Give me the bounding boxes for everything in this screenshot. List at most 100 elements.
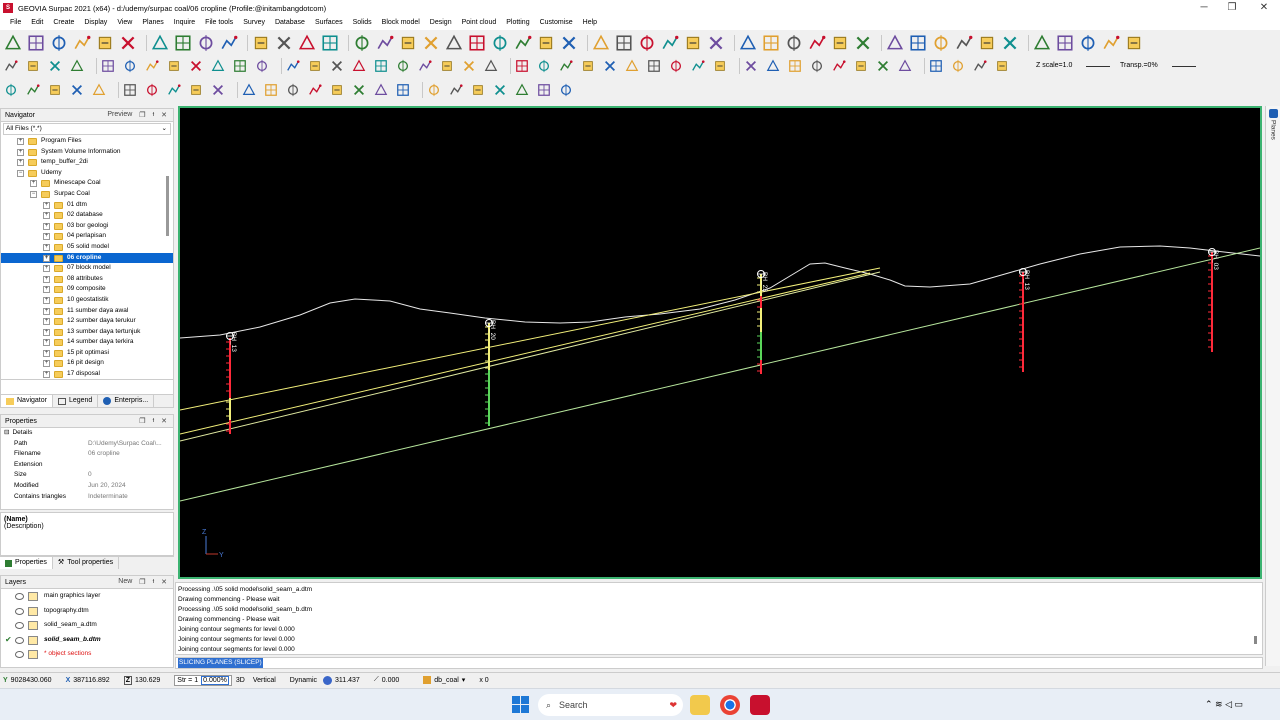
tree-item[interactable]: +01 dtm — [1, 200, 173, 211]
drillhole[interactable]: BH_13 — [226, 332, 237, 434]
mirror-icon[interactable] — [766, 59, 780, 73]
tab-tool-properties[interactable]: ⚒ Tool properties — [53, 557, 120, 569]
eye-icon[interactable] — [286, 83, 300, 97]
float-icon[interactable]: ❐ — [139, 578, 145, 586]
reset-icon[interactable] — [96, 34, 114, 52]
bearing-value[interactable]: 311.437 — [335, 677, 360, 684]
menu-solids[interactable]: Solids — [348, 16, 377, 30]
pencil-icon[interactable] — [684, 34, 702, 52]
grid-icon[interactable] — [1079, 34, 1097, 52]
digitize-icon[interactable] — [615, 34, 633, 52]
copy-icon[interactable] — [691, 59, 705, 73]
split-icon[interactable] — [211, 59, 225, 73]
grid-view-icon[interactable] — [242, 83, 256, 97]
eye-icon[interactable] — [48, 83, 62, 97]
tree-item[interactable]: +09 composite — [1, 284, 173, 295]
tree-item[interactable]: +13 sumber daya tertunjuk — [1, 327, 173, 338]
redo-icon[interactable] — [151, 34, 169, 52]
windows-start-icon[interactable] — [512, 696, 529, 713]
run-icon[interactable] — [886, 34, 904, 52]
section-view[interactable]: BH_13 BH_20 BH_23 BH_13 BH_03 Z Y — [180, 108, 1260, 577]
rotate-icon[interactable] — [744, 59, 758, 73]
z-scale-label[interactable]: Z scale=1.0 — [1036, 62, 1072, 69]
transparency-label[interactable]: Transp.=0% — [1120, 62, 1158, 69]
expand-icon[interactable]: + — [17, 148, 24, 156]
expand-icon[interactable]: + — [30, 180, 37, 188]
hatch-icon[interactable] — [762, 34, 780, 52]
tree-item[interactable]: +05 solid model — [1, 242, 173, 253]
expand-icon[interactable]: + — [43, 265, 50, 273]
layer-row[interactable]: main graphics layer — [1, 589, 173, 604]
labels-icon[interactable] — [449, 83, 463, 97]
chrome-icon[interactable] — [720, 695, 740, 715]
string-icon[interactable] — [581, 59, 595, 73]
tree-item[interactable]: − Udemy — [1, 168, 173, 179]
tree-item[interactable]: +06 cropline — [1, 252, 173, 264]
drillhole[interactable]: BH_13 — [1019, 268, 1030, 373]
drillhole[interactable]: BH_23 — [757, 270, 768, 375]
tree-item[interactable]: +04 perlapisan — [1, 231, 173, 242]
command-line[interactable]: SLICING PLANES (SLICEP) — [175, 657, 1263, 669]
file-filter-select[interactable]: All Files (*.*) ⌄ — [3, 123, 171, 135]
segments-icon[interactable] — [396, 83, 410, 97]
property-row[interactable]: Filename 06 cropline — [1, 449, 173, 460]
join-icon[interactable] — [189, 59, 203, 73]
pin-icon[interactable]: ᵻ — [153, 578, 155, 586]
layer-row[interactable]: solid_seam_a.dtm — [1, 618, 173, 633]
tree-item[interactable]: +02 database — [1, 210, 173, 221]
measure-icon[interactable] — [560, 34, 578, 52]
expand-icon[interactable]: + — [17, 138, 24, 145]
dynamic-mode[interactable]: Dynamic — [290, 677, 317, 684]
extend-icon[interactable] — [167, 59, 181, 73]
menu-block-model[interactable]: Block model — [377, 16, 425, 30]
point-icon[interactable] — [4, 59, 18, 73]
play-icon[interactable] — [468, 34, 486, 52]
tray-icons[interactable]: ⌃ ≋ ◁ ▭ — [1205, 699, 1243, 710]
expand-icon[interactable]: + — [43, 296, 50, 304]
tree-item[interactable]: + temp_buffer_2di — [1, 157, 173, 168]
filter-icon[interactable] — [352, 59, 366, 73]
expand-icon[interactable]: + — [43, 360, 50, 368]
crosshair-icon[interactable] — [275, 34, 293, 52]
triangle-icon[interactable] — [592, 34, 610, 52]
eye-icon[interactable] — [515, 83, 529, 97]
extend-icon[interactable] — [625, 59, 639, 73]
move-point-icon[interactable] — [951, 59, 965, 73]
tree-item[interactable]: + Program Files — [1, 136, 173, 147]
fillet-icon[interactable] — [876, 59, 890, 73]
globe-view-icon[interactable] — [661, 34, 679, 52]
pointer-icon[interactable] — [399, 34, 417, 52]
tab-legend[interactable]: Legend — [53, 395, 99, 407]
layer-row[interactable]: topography.dtm — [1, 604, 173, 619]
print-icon[interactable] — [978, 34, 996, 52]
drillhole[interactable]: BH_03 — [1208, 248, 1219, 353]
sun-icon[interactable] — [707, 34, 725, 52]
mode-3d[interactable]: 3D — [236, 677, 245, 684]
menu-point-cloud[interactable]: Point cloud — [457, 16, 502, 30]
globe-icon[interactable] — [4, 34, 22, 52]
mirror-icon[interactable] — [308, 59, 322, 73]
segments-icon[interactable] — [167, 83, 181, 97]
menu-inquire[interactable]: Inquire — [169, 16, 200, 30]
menu-edit[interactable]: Edit — [26, 16, 48, 30]
expand-icon[interactable]: + — [43, 254, 50, 262]
layer-icon[interactable] — [264, 83, 278, 97]
expand-icon[interactable]: + — [43, 318, 50, 326]
select-box-icon[interactable] — [422, 34, 440, 52]
property-row[interactable]: Path D:\Udemy\Surpac Coal\... — [1, 439, 173, 450]
menu-customise[interactable]: Customise — [535, 16, 578, 30]
grid-snap-icon[interactable] — [514, 34, 532, 52]
labels-icon[interactable] — [211, 83, 225, 97]
menu-create[interactable]: Create — [48, 16, 79, 30]
percent-value[interactable]: 0.000% — [201, 675, 229, 685]
pin-icon[interactable]: ᵻ — [153, 417, 155, 425]
preview-toggle[interactable]: Preview — [107, 111, 132, 119]
expand-icon[interactable]: + — [43, 275, 50, 283]
open-folder-icon[interactable] — [932, 34, 950, 52]
tree-item[interactable]: + System Volume Information — [1, 147, 173, 158]
point-icon[interactable] — [462, 59, 476, 73]
planes-icon[interactable] — [1268, 109, 1278, 118]
z-scale-slider[interactable] — [1086, 66, 1110, 67]
tree-item[interactable]: +08 attributes — [1, 274, 173, 285]
zoom-in-icon[interactable] — [1102, 34, 1120, 52]
